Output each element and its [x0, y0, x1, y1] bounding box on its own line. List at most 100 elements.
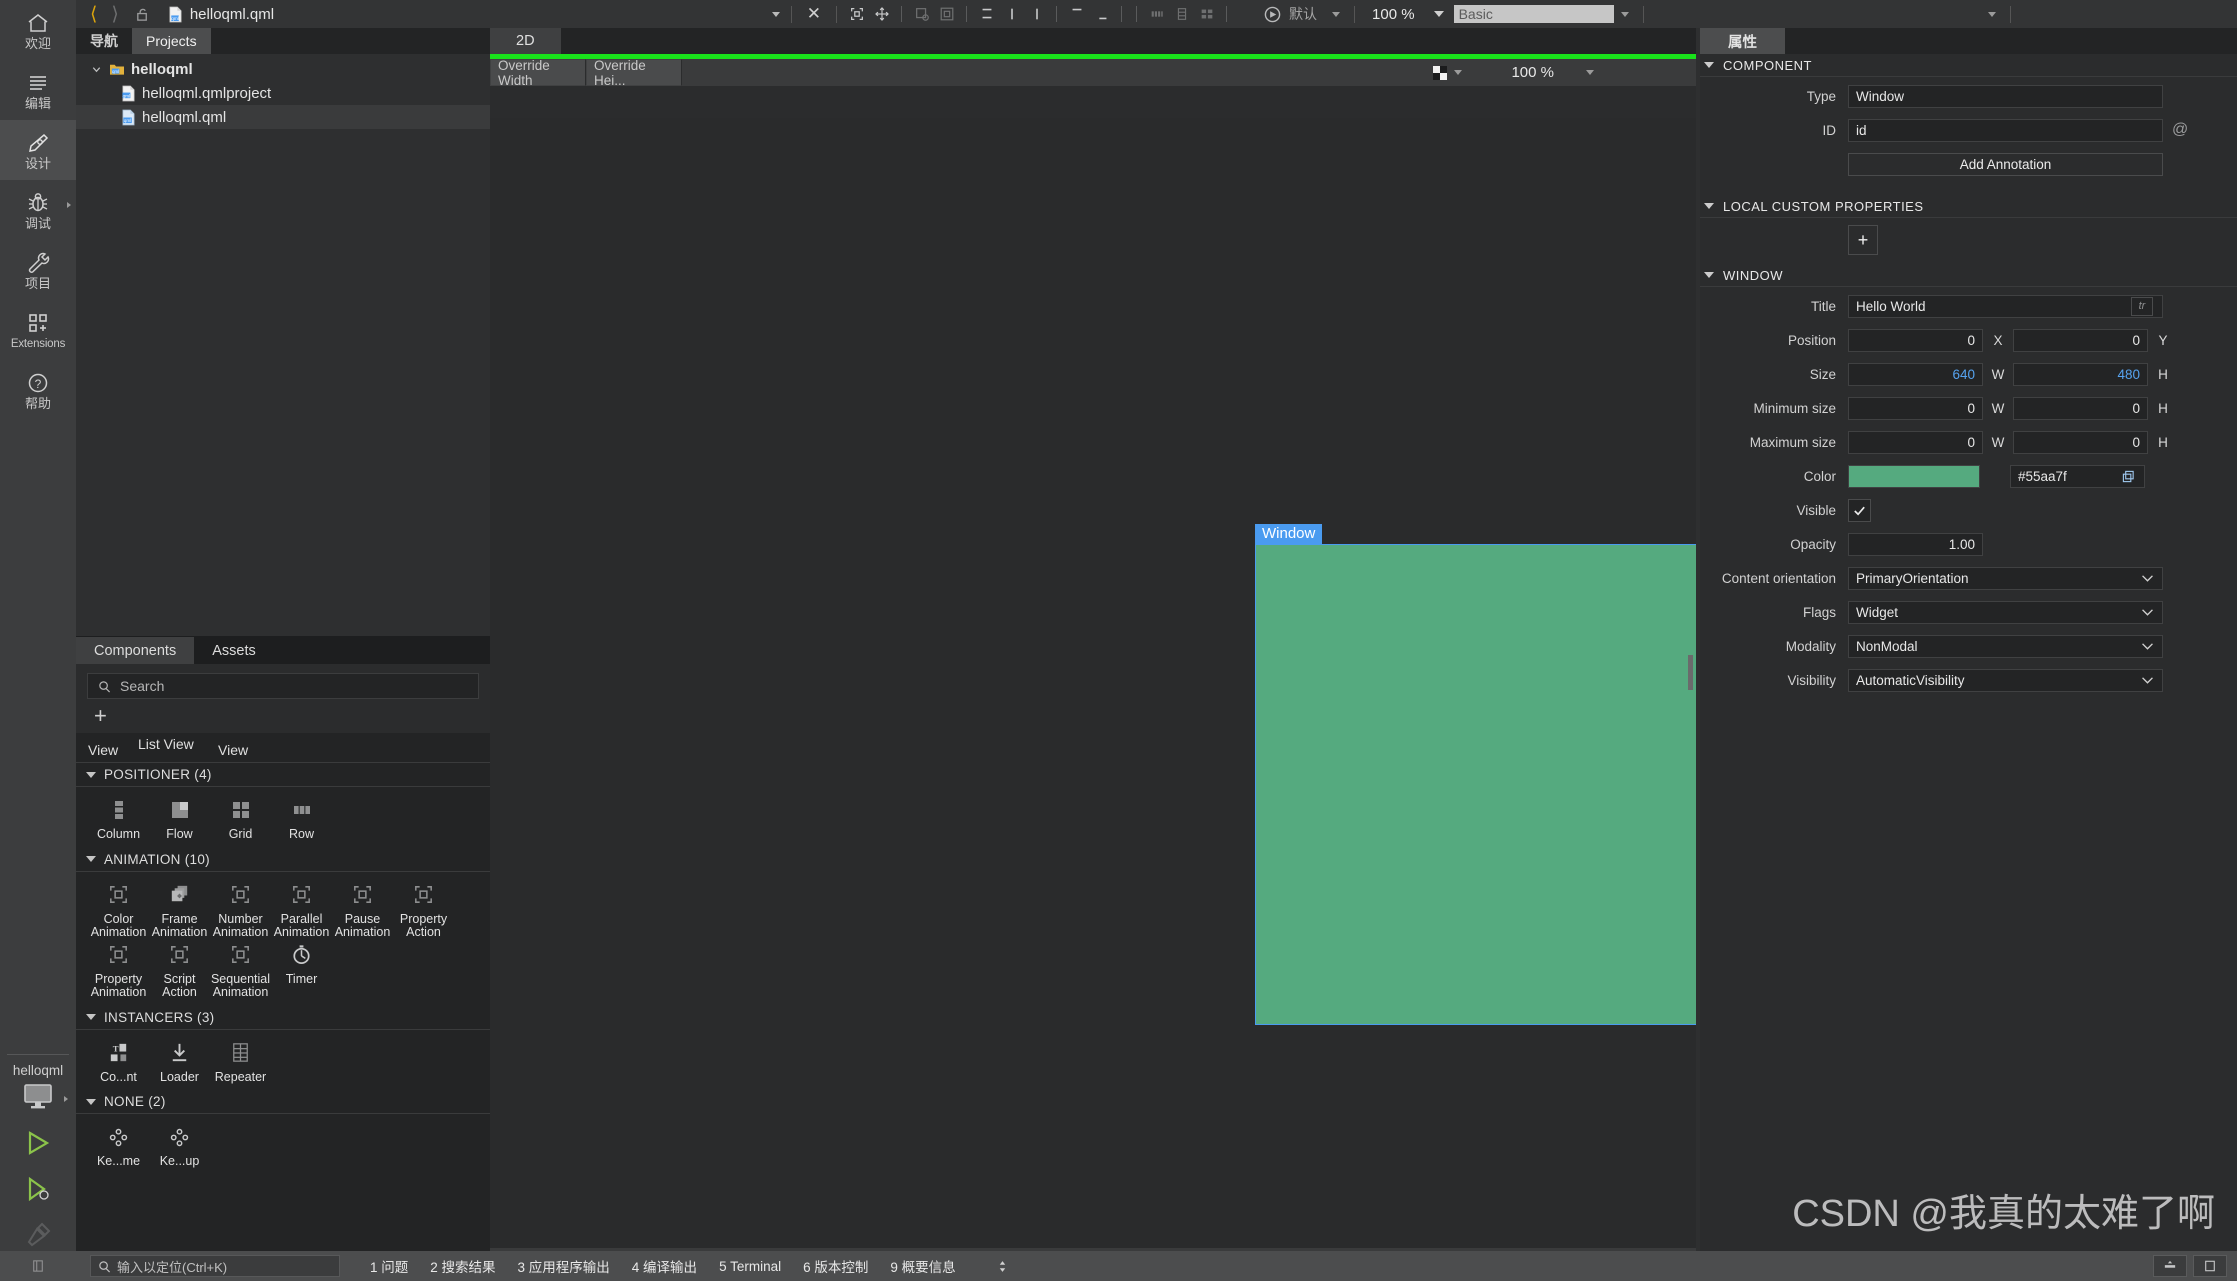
type-value-field[interactable]: Window [1848, 84, 2163, 108]
tree-row[interactable]: qml helloqml.qmlproject [76, 81, 490, 105]
sidebar-item-welcome[interactable]: 欢迎 [0, 0, 76, 60]
tab-2d[interactable]: 2D [490, 28, 561, 54]
record-circle-icon[interactable] [1240, 6, 1281, 23]
component-item[interactable]: Grid [210, 795, 271, 842]
component-item[interactable]: Number Animation [210, 880, 271, 940]
copy-icon[interactable] [2122, 470, 2135, 483]
component-item[interactable]: Ke...me [88, 1122, 149, 1169]
distribute-top-icon[interactable] [1064, 2, 1089, 27]
position-y-input[interactable]: 0 [2013, 328, 2148, 352]
sidebar-item-design[interactable]: 设计 [0, 120, 76, 180]
chevron-down-icon[interactable] [90, 64, 103, 75]
position-x-input[interactable]: 0 [1848, 328, 1983, 352]
component-item[interactable]: Parallel Animation [271, 880, 332, 940]
align-right-icon[interactable] [1024, 2, 1049, 27]
min-width-input[interactable]: 0 [1848, 396, 1983, 420]
component-item[interactable]: Script Action [149, 940, 210, 1000]
chevron-down-icon[interactable] [1433, 11, 1444, 17]
sidebar-item-edit[interactable]: 编辑 [0, 60, 76, 120]
max-height-input[interactable]: 0 [2013, 430, 2148, 454]
chevron-down-icon[interactable] [1586, 70, 1594, 75]
tab-components[interactable]: Components [76, 637, 195, 664]
component-item[interactable]: Frame Animation [149, 880, 210, 940]
modality-select[interactable]: NonModal [1848, 634, 2163, 658]
sidebar-item-debug[interactable]: 调试 [0, 180, 76, 240]
output-pane-issues[interactable]: 1 问题 [370, 1256, 408, 1276]
add-custom-property-button[interactable]: + [1848, 225, 1878, 255]
align-left-icon[interactable] [999, 2, 1024, 27]
content-orientation-select[interactable]: PrimaryOrientation [1848, 566, 2163, 590]
align-outer-icon[interactable] [934, 2, 959, 27]
output-pane-version-control[interactable]: 6 版本控制 [803, 1256, 868, 1276]
active-document[interactable]: qml helloqml.qml [168, 6, 274, 23]
search-input[interactable]: Search [87, 673, 479, 699]
id-input[interactable]: id [1848, 118, 2163, 142]
color-swatch[interactable] [1848, 464, 1980, 488]
component-item[interactable]: Sequential Animation [210, 940, 271, 1000]
preview-preset-value[interactable]: 默认 [1281, 4, 1325, 24]
debug-run-button[interactable] [0, 1174, 76, 1204]
build-button[interactable] [0, 1220, 76, 1250]
add-module-row[interactable]: + [76, 699, 490, 733]
component-item[interactable]: Flow [149, 795, 210, 842]
up-down-arrows-icon[interactable] [998, 1260, 1007, 1273]
chevron-down-icon[interactable] [1620, 11, 1629, 17]
component-item[interactable]: Ke...up [149, 1122, 210, 1169]
max-width-input[interactable]: 0 [1848, 430, 1983, 454]
move-icon[interactable] [869, 2, 894, 27]
kit-selector[interactable]: helloqml [0, 1048, 76, 1250]
opacity-input[interactable]: 1.00 [1848, 532, 1983, 556]
section-header-animation[interactable]: ANIMATION (10) [76, 847, 490, 872]
chevron-down-icon[interactable] [1454, 70, 1463, 75]
component-item[interactable]: Color Animation [88, 880, 149, 940]
progress-box-icon[interactable] [2153, 1255, 2187, 1277]
tree-row[interactable]: qml helloqml [76, 57, 490, 81]
grid-layout-icon[interactable] [1194, 2, 1219, 27]
min-height-input[interactable]: 0 [2013, 396, 2148, 420]
plus-icon[interactable]: + [94, 705, 107, 727]
tab-projects[interactable]: Projects [132, 28, 211, 54]
override-height-input[interactable]: Override Hei... [586, 58, 682, 88]
canvas-viewport[interactable]: Window [490, 118, 1696, 1261]
tab-properties[interactable]: 属性 [1700, 28, 1785, 54]
zoom-level-value[interactable]: 100 % [1362, 6, 1424, 23]
output-pane-search-results[interactable]: 2 搜索结果 [430, 1256, 495, 1276]
output-pane-terminal[interactable]: 5 Terminal [719, 1259, 781, 1274]
component-item[interactable]: Repeater [210, 1038, 271, 1085]
columns-icon[interactable] [1144, 2, 1169, 27]
tab-navigator[interactable]: 导航 [76, 28, 132, 54]
at-sign-icon[interactable]: @ [2172, 121, 2188, 139]
section-header-instancers[interactable]: INSTANCERS (3) [76, 1005, 490, 1030]
panel-splitter-handle[interactable] [1688, 655, 1693, 690]
section-header-window[interactable]: WINDOW [1700, 264, 2237, 287]
component-item[interactable]: Column [88, 795, 149, 842]
component-item[interactable]: T Co...nt [88, 1038, 149, 1085]
size-width-input[interactable]: 640 [1848, 362, 1983, 386]
select-frame-icon[interactable] [844, 2, 869, 27]
chevron-left-icon[interactable]: ⟨ [84, 5, 103, 24]
run-button[interactable] [0, 1128, 76, 1158]
section-header-none[interactable]: NONE (2) [76, 1090, 490, 1114]
unlocked-padlock-icon[interactable] [127, 7, 158, 22]
sidebar-toggle-icon[interactable] [0, 1259, 76, 1273]
tab-assets[interactable]: Assets [194, 637, 274, 664]
component-item[interactable]: Timer [271, 940, 332, 1000]
panel-box-icon[interactable] [2193, 1255, 2227, 1277]
title-input[interactable]: Hello World tr [1848, 294, 2163, 318]
snap-to-icon[interactable] [909, 2, 934, 27]
component-item[interactable]: Loader [149, 1038, 210, 1085]
visibility-select[interactable]: AutomaticVisibility [1848, 668, 2163, 692]
add-annotation-button[interactable]: Add Annotation [1848, 152, 2163, 176]
sidebar-item-projects[interactable]: 项目 [0, 240, 76, 300]
tree-row[interactable]: qml helloqml.qml [76, 105, 490, 129]
component-item[interactable]: Row [271, 795, 332, 842]
rows-icon[interactable] [1169, 2, 1194, 27]
translate-badge[interactable]: tr [2131, 296, 2153, 316]
align-top-icon[interactable] [974, 2, 999, 27]
close-x-icon[interactable]: ✕ [803, 4, 825, 24]
override-width-input[interactable]: Override Width [490, 58, 586, 88]
section-header-component[interactable]: COMPONENT [1700, 54, 2237, 77]
output-pane-application-output[interactable]: 3 应用程序输出 [518, 1256, 610, 1276]
checkerboard-bg-icon[interactable] [1433, 65, 1448, 80]
color-hex-input[interactable]: #55aa7f [2010, 464, 2145, 488]
